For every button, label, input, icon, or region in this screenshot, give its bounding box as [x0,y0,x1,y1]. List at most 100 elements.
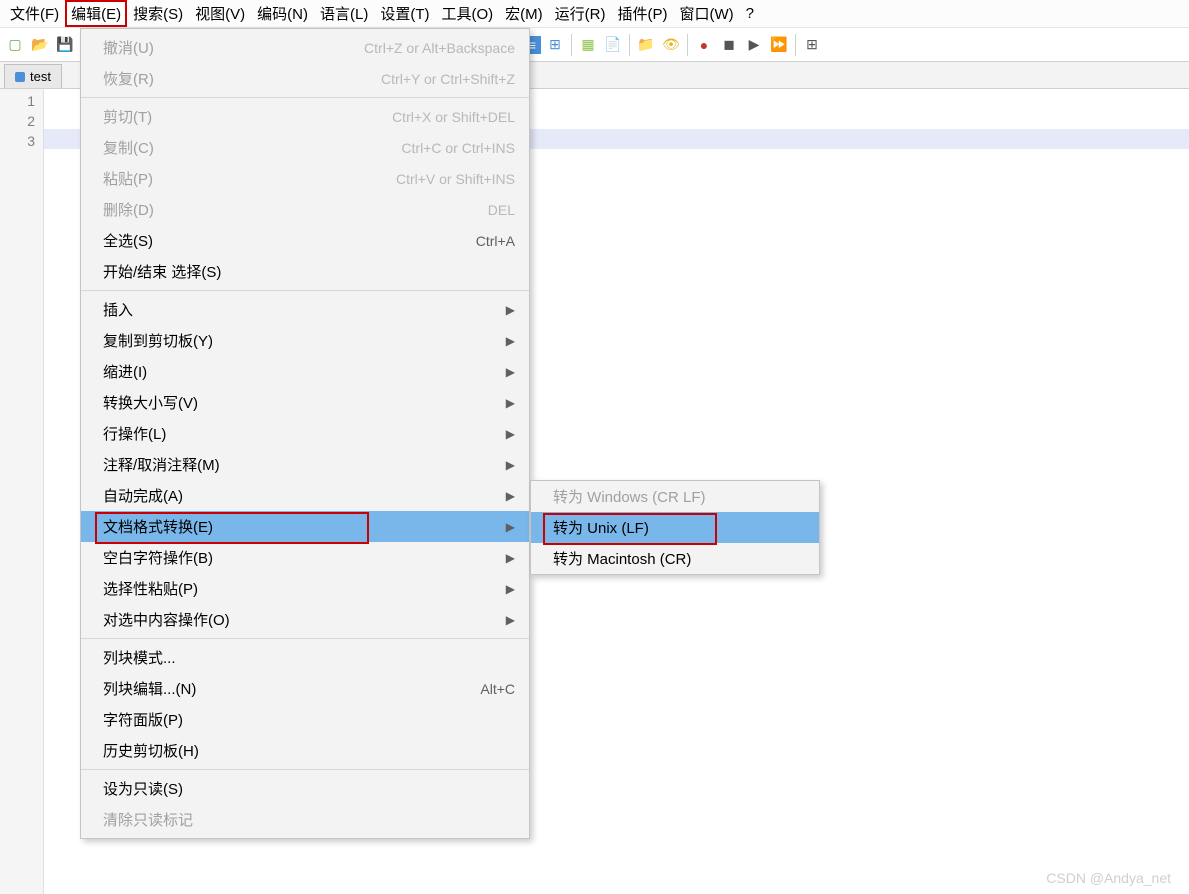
monitor-icon[interactable]: 👁 [660,34,682,56]
menu-item[interactable]: 全选(S)Ctrl+A [81,225,529,256]
menu-plugins[interactable]: 插件(P) [611,0,673,27]
menu-help[interactable]: ? [740,2,760,25]
menu-item: 清除只读标记 [81,804,529,835]
submenu-arrow-icon: ▶ [506,334,515,348]
menu-item[interactable]: 复制到剪切板(Y)▶ [81,325,529,356]
menu-item[interactable]: 开始/结束 选择(S) [81,256,529,287]
menu-item[interactable]: 插入▶ [81,294,529,325]
menu-item-label: 列块编辑...(N) [103,678,480,699]
submenu-item[interactable]: 转为 Unix (LF) [531,512,819,543]
submenu-item-label: 转为 Windows (CR LF) [553,486,706,507]
menu-item: 粘贴(P)Ctrl+V or Shift+INS [81,163,529,194]
menu-item-label: 开始/结束 选择(S) [103,261,515,282]
menu-item-label: 历史剪切板(H) [103,740,515,761]
menu-item-label: 撤消(U) [103,37,364,58]
menu-item-label: 缩进(I) [103,361,506,382]
line-gutter: 1 2 3 [0,89,44,894]
submenu-item[interactable]: 转为 Macintosh (CR) [531,543,819,574]
tab-test[interactable]: test [4,64,62,88]
menu-item-label: 列块模式... [103,647,515,668]
play-multi-icon[interactable]: ⏩ [768,34,790,56]
menu-macro[interactable]: 宏(M) [499,0,549,27]
menu-item[interactable]: 历史剪切板(H) [81,735,529,766]
open-file-icon[interactable]: 📂 [29,34,51,56]
menu-edit[interactable]: 编辑(E) [65,0,127,27]
menu-item[interactable]: 缩进(I)▶ [81,356,529,387]
menu-item-label: 删除(D) [103,199,488,220]
menu-window[interactable]: 窗口(W) [673,0,739,27]
new-file-icon[interactable]: ▢ [4,34,26,56]
submenu-arrow-icon: ▶ [506,520,515,534]
stop-macro-icon[interactable]: ◼ [718,34,740,56]
submenu-arrow-icon: ▶ [506,458,515,472]
submenu-arrow-icon: ▶ [506,551,515,565]
line-number: 2 [0,111,35,131]
submenu-arrow-icon: ▶ [506,582,515,596]
menu-item[interactable]: 选择性粘贴(P)▶ [81,573,529,604]
submenu-arrow-icon: ▶ [506,396,515,410]
menu-item-label: 清除只读标记 [103,809,515,830]
toolbar-separator [571,34,572,56]
menu-item-label: 复制(C) [103,137,401,158]
play-macro-icon[interactable]: ▶ [743,34,765,56]
menu-item-label: 设为只读(S) [103,778,515,799]
menu-item[interactable]: 字符面版(P) [81,704,529,735]
menu-item[interactable]: 列块编辑...(N)Alt+C [81,673,529,704]
menu-view[interactable]: 视图(V) [189,0,251,27]
tab-label: test [30,69,51,84]
menu-item: 剪切(T)Ctrl+X or Shift+DEL [81,101,529,132]
menu-run[interactable]: 运行(R) [549,0,612,27]
line-number: 1 [0,91,35,111]
menu-tools[interactable]: 工具(O) [435,0,499,27]
file-icon [15,72,25,82]
menu-item-label: 注释/取消注释(M) [103,454,506,475]
menu-item-label: 对选中内容操作(O) [103,609,506,630]
doc-map-icon[interactable]: ▦ [577,34,599,56]
ruler-icon[interactable]: ⊞ [544,34,566,56]
menu-encoding[interactable]: 编码(N) [251,0,314,27]
menu-item-label: 全选(S) [103,230,476,251]
menu-item: 复制(C)Ctrl+C or Ctrl+INS [81,132,529,163]
toolbar-separator [687,34,688,56]
watermark: CSDN @Andya_net [1046,870,1171,886]
submenu-arrow-icon: ▶ [506,613,515,627]
menu-item: 撤消(U)Ctrl+Z or Alt+Backspace [81,32,529,63]
menu-item-label: 行操作(L) [103,423,506,444]
menu-item-label: 空白字符操作(B) [103,547,506,568]
submenu-arrow-icon: ▶ [506,427,515,441]
menu-item[interactable]: 自动完成(A)▶ [81,480,529,511]
menu-language[interactable]: 语言(L) [314,0,374,27]
menu-item[interactable]: 设为只读(S) [81,773,529,804]
menu-item[interactable]: 列块模式... [81,642,529,673]
menu-item-accelerator: Ctrl+V or Shift+INS [396,171,515,187]
submenu-arrow-icon: ▶ [506,489,515,503]
menu-item-label: 字符面版(P) [103,709,515,730]
menu-item[interactable]: 转换大小写(V)▶ [81,387,529,418]
menu-item-label: 转换大小写(V) [103,392,506,413]
menu-item-accelerator: Alt+C [480,681,515,697]
menu-item-accelerator: Ctrl+Z or Alt+Backspace [364,40,515,56]
record-macro-icon[interactable]: ● [693,34,715,56]
submenu-item: 转为 Windows (CR LF) [531,481,819,512]
edit-menu-dropdown: 撤消(U)Ctrl+Z or Alt+Backspace恢复(R)Ctrl+Y … [80,28,530,839]
folder-icon[interactable]: 📁 [635,34,657,56]
menu-item-accelerator: DEL [488,202,515,218]
menu-item[interactable]: 注释/取消注释(M)▶ [81,449,529,480]
menu-file[interactable]: 文件(F) [4,0,65,27]
menu-item-label: 复制到剪切板(Y) [103,330,506,351]
menu-search[interactable]: 搜索(S) [127,0,189,27]
menu-settings[interactable]: 设置(T) [374,0,435,27]
menu-item[interactable]: 对选中内容操作(O)▶ [81,604,529,635]
menu-item[interactable]: 文档格式转换(E)▶ [81,511,529,542]
menu-item-label: 文档格式转换(E) [103,516,506,537]
save-icon[interactable]: 💾 [54,34,76,56]
menu-item-accelerator: Ctrl+X or Shift+DEL [392,109,515,125]
eol-submenu: 转为 Windows (CR LF) 转为 Unix (LF)转为 Macinto… [530,480,820,575]
menu-item[interactable]: 行操作(L)▶ [81,418,529,449]
menu-item-accelerator: Ctrl+Y or Ctrl+Shift+Z [381,71,515,87]
func-list-icon[interactable]: 📄 [602,34,624,56]
menu-item[interactable]: 空白字符操作(B)▶ [81,542,529,573]
macro-save-icon[interactable]: ⊞ [801,34,823,56]
toolbar-separator [795,34,796,56]
menu-item-accelerator: Ctrl+A [476,233,515,249]
